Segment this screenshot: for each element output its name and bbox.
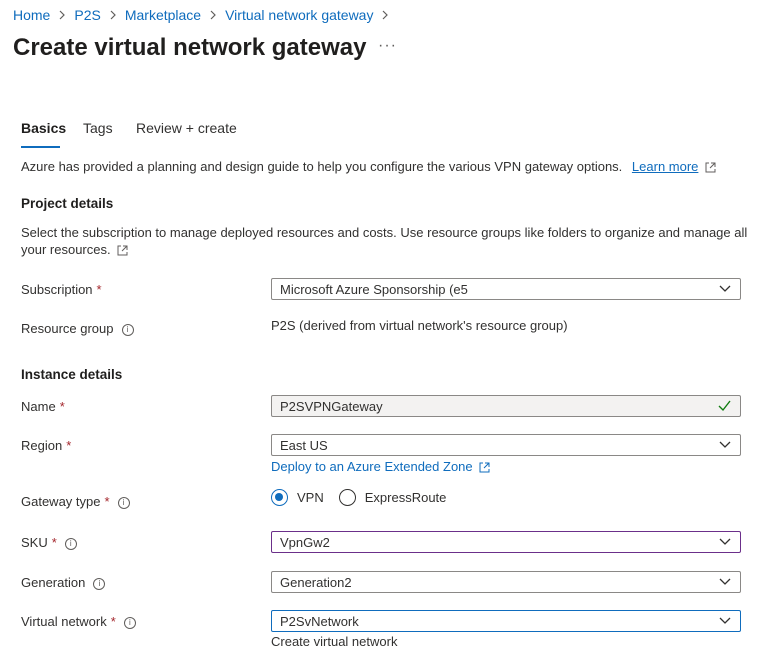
external-link-icon — [705, 162, 716, 173]
info-icon[interactable]: i — [121, 323, 134, 336]
sku-label-text: SKU — [21, 535, 48, 550]
chevron-down-icon — [719, 441, 731, 448]
radio-expressroute-label: ExpressRoute — [364, 490, 447, 505]
gateway-type-radio-group: VPN ExpressRoute — [271, 489, 446, 506]
chevron-down-icon — [719, 578, 731, 585]
breadcrumb-home[interactable]: Home — [13, 7, 50, 23]
radio-vpn[interactable] — [271, 489, 288, 506]
tab-review-create[interactable]: Review + create — [136, 120, 237, 136]
more-options-button[interactable]: ··· — [378, 37, 397, 55]
virtual-network-dropdown[interactable]: P2SvNetwork — [271, 610, 741, 632]
sku-dropdown[interactable]: VpnGw2 — [271, 531, 741, 553]
learn-more-link[interactable]: Learn more — [632, 159, 698, 174]
external-link-icon — [479, 462, 490, 473]
extended-zone-link-row: Deploy to an Azure Extended Zone — [271, 459, 490, 474]
required-marker: * — [51, 535, 57, 550]
tab-tags[interactable]: Tags — [83, 120, 113, 136]
project-description-line1: Select the subscription to manage deploy… — [21, 225, 748, 240]
required-marker: * — [104, 494, 110, 509]
radio-expressroute[interactable] — [338, 489, 356, 506]
subscription-label: Subscription * — [21, 282, 102, 297]
deploy-extended-zone-link[interactable]: Deploy to an Azure Extended Zone — [271, 459, 473, 474]
virtual-network-label-text: Virtual network — [21, 614, 107, 629]
chevron-down-icon — [719, 285, 731, 292]
name-value: P2SVPNGateway — [280, 399, 383, 414]
name-input[interactable]: P2SVPNGateway — [271, 395, 741, 417]
generation-value: Generation2 — [280, 575, 352, 590]
resource-group-label: Resource group i — [21, 321, 134, 336]
external-link-icon[interactable] — [117, 245, 128, 256]
project-details-heading: Project details — [21, 196, 114, 211]
page-title: Create virtual network gateway — [13, 34, 367, 61]
chevron-right-icon — [210, 10, 216, 20]
required-marker: * — [96, 282, 102, 297]
region-dropdown[interactable]: East US — [271, 434, 741, 456]
project-description-line2: your resources. — [21, 242, 128, 257]
subscription-value: Microsoft Azure Sponsorship (e5c — [280, 282, 468, 297]
create-virtual-network-link[interactable]: Create virtual network — [271, 634, 397, 649]
name-label: Name * — [21, 399, 65, 414]
name-label-text: Name — [21, 399, 56, 414]
info-icon[interactable]: i — [93, 577, 106, 590]
breadcrumb: Home P2S Marketplace Virtual network gat… — [13, 7, 397, 23]
resource-group-value: P2S (derived from virtual network's reso… — [271, 318, 568, 333]
sku-value: VpnGw2 — [280, 535, 330, 550]
breadcrumb-virtual-network-gateway[interactable]: Virtual network gateway — [225, 7, 373, 23]
info-icon[interactable]: i — [117, 496, 130, 509]
region-label: Region * — [21, 438, 71, 453]
checkmark-icon — [718, 400, 731, 412]
info-icon[interactable]: i — [123, 616, 136, 629]
subscription-label-text: Subscription — [21, 282, 93, 297]
project-description-line2-text: your resources. — [21, 242, 111, 257]
gateway-type-label-text: Gateway type — [21, 494, 101, 509]
instance-details-heading: Instance details — [21, 367, 123, 382]
active-tab-indicator — [21, 146, 60, 148]
generation-label-text: Generation — [21, 575, 86, 590]
breadcrumb-p2s[interactable]: P2S — [74, 7, 100, 23]
virtual-network-label: Virtual network * i — [21, 614, 136, 629]
required-marker: * — [59, 399, 65, 414]
generation-label: Generation i — [21, 575, 106, 590]
virtual-network-value: P2SvNetwork — [280, 614, 359, 629]
chevron-right-icon — [383, 10, 389, 20]
chevron-right-icon — [110, 10, 116, 20]
info-icon[interactable]: i — [64, 537, 77, 550]
tab-basics[interactable]: Basics — [21, 120, 66, 136]
region-label-text: Region — [21, 438, 63, 453]
resource-group-label-text: Resource group — [21, 321, 114, 336]
sku-label: SKU * i — [21, 535, 77, 550]
intro-text: Azure has provided a planning and design… — [21, 159, 716, 174]
required-marker: * — [66, 438, 72, 453]
chevron-right-icon — [59, 10, 66, 20]
breadcrumb-marketplace[interactable]: Marketplace — [125, 7, 201, 23]
region-value: East US — [280, 438, 328, 453]
subscription-dropdown[interactable]: Microsoft Azure Sponsorship (e5c — [271, 278, 741, 300]
gateway-type-label: Gateway type * i — [21, 494, 130, 509]
required-marker: * — [110, 614, 116, 629]
radio-vpn-label: VPN — [297, 490, 324, 505]
chevron-down-icon — [719, 538, 731, 545]
generation-dropdown[interactable]: Generation2 — [271, 571, 741, 593]
intro-description: Azure has provided a planning and design… — [21, 159, 623, 174]
chevron-down-icon — [719, 617, 731, 624]
